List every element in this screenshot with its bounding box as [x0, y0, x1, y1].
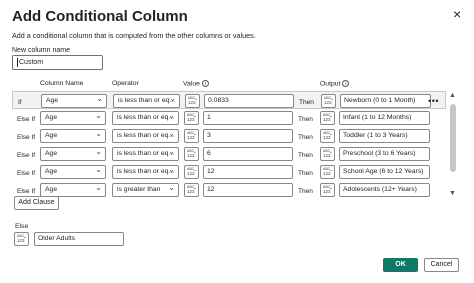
info-icon[interactable]: i	[201, 80, 209, 87]
more-options-icon[interactable]: •••	[428, 96, 439, 106]
output-type-selector[interactable]: ABC 123	[320, 129, 335, 143]
type-icon-123: 123	[187, 117, 195, 122]
output-input[interactable]: Adolescents (12+ Years)	[339, 183, 430, 197]
type-icon-123: 123	[187, 135, 195, 140]
value-type-selector[interactable]: ABC 123	[184, 147, 199, 161]
else-label: Else	[15, 223, 29, 230]
output-type-selector[interactable]: ABC 123	[320, 165, 335, 179]
dialog-title: Add Conditional Column	[12, 8, 188, 25]
value-input[interactable]: 0.0833	[204, 94, 294, 108]
column-name-select[interactable]: Age	[40, 111, 106, 125]
type-icon-123: 123	[187, 171, 195, 176]
type-icon-123: 123	[323, 153, 331, 158]
output-input[interactable]: Toddler (1 to 3 Years)	[339, 129, 430, 143]
operator-select[interactable]: is less than or eq...	[112, 147, 179, 161]
dialog-description: Add a conditional column that is compute…	[12, 31, 256, 40]
then-label: Then	[298, 116, 313, 123]
else-type-selector[interactable]: ABC 123	[14, 232, 29, 246]
value-input[interactable]: 3	[203, 129, 293, 143]
type-icon-123: 123	[187, 153, 195, 158]
output-input[interactable]: Infant (1 to 12 Months)	[339, 111, 430, 125]
header-value: Value i	[183, 80, 209, 87]
new-column-value: Custom	[19, 59, 44, 66]
text-caret	[17, 57, 18, 67]
scroll-up-icon[interactable]: ▲	[449, 92, 456, 99]
operator-select[interactable]: is greater than	[112, 183, 179, 197]
then-label: Then	[298, 152, 313, 159]
operator-select[interactable]: is less than or eq...	[112, 129, 179, 143]
operator-select[interactable]: is less than or eq...	[112, 165, 179, 179]
clause-scrollbar[interactable]: ▲ ▼	[449, 92, 457, 197]
ok-button[interactable]: OK	[383, 258, 418, 272]
type-icon-123: 123	[323, 171, 331, 176]
scroll-down-icon[interactable]: ▼	[449, 190, 456, 197]
clause-label: If	[18, 99, 22, 106]
type-icon-123: 123	[324, 100, 332, 105]
type-icon-123: 123	[17, 238, 25, 243]
column-name-select[interactable]: Age	[40, 183, 106, 197]
clause-row: Else If Age is less than or eq... ABC123 3 Th…	[12, 127, 446, 145]
clause-row: If Age is less than or eq... ABC123 0.0833 Th…	[12, 91, 446, 109]
add-clause-button[interactable]: Add Clause	[14, 196, 59, 210]
type-icon-123: 123	[323, 117, 331, 122]
clause-list: If Age is less than or eq... ABC123 0.0833 Th…	[12, 88, 458, 198]
clause-row: Else If Age is greater than ABC123 12 Then ABC…	[12, 181, 446, 198]
output-type-selector[interactable]: ABC 123	[320, 183, 335, 197]
operator-select[interactable]: is less than or eq...	[112, 111, 179, 125]
header-column-name: Column Name	[40, 80, 84, 87]
then-label: Then	[298, 170, 313, 177]
output-input[interactable]: Newborn (0 to 1 Month)	[340, 94, 431, 108]
clause-label: Else If	[17, 116, 36, 123]
operator-select[interactable]: is less than or eq...	[113, 94, 180, 108]
output-type-selector[interactable]: ABC 123	[320, 147, 335, 161]
else-value-input[interactable]: Older Adults	[34, 232, 124, 246]
type-icon-123: 123	[188, 100, 196, 105]
value-input[interactable]: 6	[203, 147, 293, 161]
header-output: Output i	[320, 80, 350, 88]
then-label: Then	[298, 134, 313, 141]
new-column-label: New column name	[12, 47, 70, 54]
value-input[interactable]: 1	[203, 111, 293, 125]
info-icon[interactable]: i	[342, 80, 350, 87]
clause-row: Else If Age is less than or eq... ABC123 6 Th…	[12, 145, 446, 163]
clause-label: Else If	[17, 170, 36, 177]
column-name-select[interactable]: Age	[40, 129, 106, 143]
clause-label: Else If	[17, 188, 36, 195]
value-type-selector[interactable]: ABC 123	[184, 165, 199, 179]
clause-label: Else If	[17, 134, 36, 141]
value-type-selector[interactable]: ABC 123	[185, 94, 200, 108]
header-output-text: Output	[320, 80, 341, 88]
type-icon-123: 123	[187, 189, 195, 194]
column-name-select[interactable]: Age	[41, 94, 107, 108]
clause-row: Else If Age is less than or eq... ABC123 1 Th…	[12, 109, 446, 127]
value-input[interactable]: 12	[203, 165, 293, 179]
output-input[interactable]: School Age (6 to 12 Years)	[339, 165, 430, 179]
output-type-selector[interactable]: ABC 123	[321, 94, 336, 108]
value-input[interactable]: 12	[203, 183, 293, 197]
header-value-text: Value	[183, 80, 200, 88]
clause-row: Else If Age is less than or eq... ABC123 12 T…	[12, 163, 446, 181]
type-icon-123: 123	[323, 189, 331, 194]
header-operator: Operator	[112, 80, 139, 87]
close-icon[interactable]: ×	[453, 6, 461, 22]
output-input[interactable]: Preschool (3 to 6 Years)	[339, 147, 430, 161]
column-name-select[interactable]: Age	[40, 165, 106, 179]
cancel-button[interactable]: Cancel	[424, 258, 459, 272]
clause-label: Else If	[17, 152, 36, 159]
value-type-selector[interactable]: ABC 123	[184, 183, 199, 197]
then-label: Then	[298, 188, 313, 195]
new-column-input[interactable]: Custom	[12, 55, 103, 70]
column-name-select[interactable]: Age	[40, 147, 106, 161]
scroll-thumb[interactable]	[450, 104, 456, 172]
value-type-selector[interactable]: ABC 123	[184, 111, 199, 125]
value-type-selector[interactable]: ABC 123	[184, 129, 199, 143]
output-type-selector[interactable]: ABC 123	[320, 111, 335, 125]
then-label: Then	[299, 99, 314, 106]
type-icon-123: 123	[323, 135, 331, 140]
